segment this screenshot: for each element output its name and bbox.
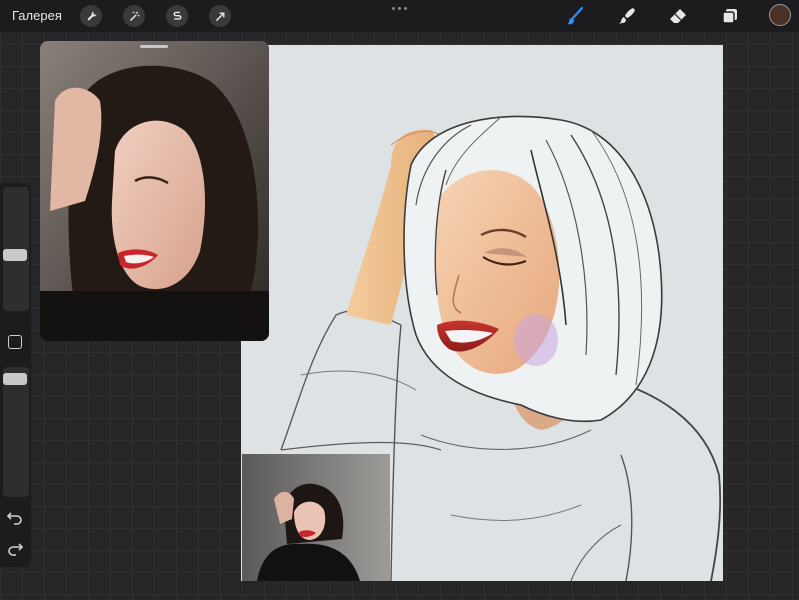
color-swatch[interactable] [769, 4, 791, 26]
brush-size-thumb[interactable] [3, 249, 27, 261]
modify-square-icon[interactable] [8, 335, 22, 349]
magic-wand-icon[interactable] [123, 5, 145, 27]
transform-arrow-icon[interactable] [209, 5, 231, 27]
opacity-thumb[interactable] [3, 373, 27, 385]
undo-icon[interactable] [6, 508, 24, 526]
reference-photo-main[interactable] [40, 41, 269, 341]
wrench-icon[interactable] [80, 5, 102, 27]
reference-photo-small-image [242, 454, 390, 581]
toolbar-grip-icon[interactable] [392, 7, 407, 10]
smudge-icon[interactable] [616, 5, 638, 27]
top-toolbar: Галерея [0, 0, 799, 32]
reference-photo-image [40, 41, 269, 341]
gallery-button[interactable]: Галерея [12, 8, 62, 23]
layers-icon[interactable] [719, 5, 741, 27]
opacity-slider[interactable] [3, 367, 29, 497]
redo-icon[interactable] [6, 539, 24, 557]
left-sidebar [0, 183, 31, 567]
reference-drag-handle[interactable] [140, 45, 168, 48]
brush-icon[interactable] [564, 5, 586, 27]
selection-s-icon[interactable] [166, 5, 188, 27]
reference-photo-small[interactable] [242, 454, 390, 581]
eraser-icon[interactable] [667, 5, 689, 27]
